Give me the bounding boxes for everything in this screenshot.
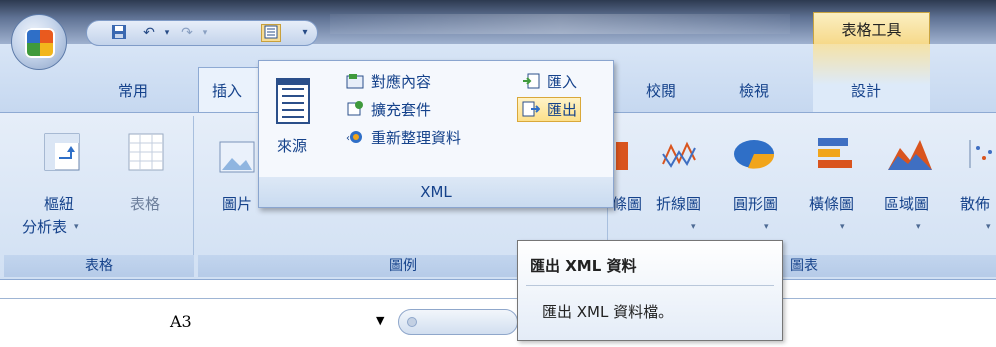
pivot-table-label-line1[interactable]: 樞紐 bbox=[44, 193, 74, 214]
map-properties-label: 對應內容 bbox=[371, 73, 432, 91]
expansion-packs-item[interactable]: 擴充套件 bbox=[345, 99, 431, 120]
pivot-table-label-line2[interactable]: 分析表 bbox=[22, 216, 67, 237]
xml-import-item[interactable]: 匯入 bbox=[521, 71, 577, 92]
xml-source-label[interactable]: 來源 bbox=[277, 135, 307, 156]
xml-export-label: 匯出 bbox=[547, 101, 578, 119]
refresh-data-item[interactable]: ‹ 重新整理資料 bbox=[345, 127, 461, 148]
picture-icon[interactable] bbox=[218, 140, 256, 180]
table-group bbox=[4, 116, 194, 276]
pivot-table-icon[interactable] bbox=[43, 132, 81, 172]
office-logo-icon bbox=[25, 28, 55, 58]
xml-export-icon bbox=[521, 101, 541, 119]
expansion-packs-icon bbox=[345, 100, 365, 119]
xml-source-qat-icon[interactable] bbox=[261, 24, 281, 42]
chart-label-pie[interactable]: 圓形圖 bbox=[733, 193, 778, 214]
area-chart-icon[interactable] bbox=[886, 134, 934, 174]
xml-import-icon bbox=[521, 73, 541, 91]
tab-home[interactable]: 常用 bbox=[118, 80, 148, 101]
refresh-data-label: 重新整理資料 bbox=[371, 129, 462, 147]
undo-icon[interactable]: ↶ bbox=[139, 24, 159, 42]
pie-chart-icon[interactable] bbox=[732, 134, 775, 174]
map-properties-item[interactable]: 對應內容 bbox=[345, 71, 431, 92]
table-icon[interactable] bbox=[127, 132, 165, 172]
contextual-tab-background bbox=[813, 44, 930, 112]
map-properties-icon bbox=[345, 73, 365, 91]
table-label[interactable]: 表格 bbox=[130, 193, 160, 214]
tooltip-title: 匯出 XML 資料 bbox=[530, 257, 637, 275]
bar-chart-icon[interactable] bbox=[816, 134, 854, 174]
svg-text:‹: ‹ bbox=[346, 133, 350, 144]
table-group-label: 表格 bbox=[4, 255, 194, 277]
export-tooltip: 匯出 XML 資料 匯出 XML 資料檔。 bbox=[517, 240, 783, 341]
formula-resize-handle[interactable] bbox=[398, 309, 518, 335]
expansion-packs-label: 擴充套件 bbox=[371, 101, 432, 119]
line-chart-icon[interactable] bbox=[660, 134, 698, 174]
quick-access-toolbar: ↶ ▾ ↷ ▾ ▾ bbox=[86, 20, 318, 46]
refresh-data-icon: ‹ bbox=[345, 129, 365, 147]
tab-view[interactable]: 檢視 bbox=[739, 80, 769, 101]
tab-design[interactable]: 設計 bbox=[851, 80, 881, 101]
name-box[interactable]: A3 ▼ bbox=[10, 304, 400, 340]
picture-label[interactable]: 圖片 bbox=[222, 193, 252, 214]
scatter-chart-dropdown-icon[interactable]: ▾ bbox=[986, 222, 991, 232]
chart-label-area[interactable]: 區域圖 bbox=[884, 193, 929, 214]
office-button[interactable] bbox=[11, 14, 67, 70]
redo-dropdown-icon[interactable]: ▾ bbox=[195, 24, 215, 42]
customize-qat-icon[interactable]: ▾ bbox=[295, 24, 315, 42]
handle-dot-icon bbox=[407, 317, 417, 327]
contextual-group-label: 表格工具 bbox=[841, 21, 902, 39]
xml-import-label: 匯入 bbox=[547, 73, 578, 91]
tab-review[interactable]: 校閱 bbox=[646, 80, 676, 101]
blurred-window-title bbox=[330, 14, 790, 34]
bar-chart-dropdown-icon[interactable]: ▾ bbox=[840, 222, 845, 232]
tab-insert[interactable]: 插入 bbox=[212, 80, 242, 101]
tooltip-description: 匯出 XML 資料檔。 bbox=[542, 303, 674, 321]
xml-group-footer: XML bbox=[259, 177, 613, 207]
xml-dropdown-panel: 來源 對應內容 擴充套件 ‹ 重新整理資料 匯入 匯出 XML bbox=[258, 60, 614, 208]
xml-export-item[interactable]: 匯出 bbox=[517, 97, 582, 122]
chart-label-column[interactable]: 條圖 bbox=[612, 193, 642, 214]
scatter-chart-icon[interactable] bbox=[966, 134, 996, 174]
area-chart-dropdown-icon[interactable]: ▾ bbox=[916, 222, 921, 232]
pie-chart-dropdown-icon[interactable]: ▾ bbox=[764, 222, 769, 232]
redo-icon[interactable]: ↷ bbox=[177, 24, 197, 42]
name-box-value: A3 bbox=[170, 312, 192, 331]
xml-source-icon[interactable] bbox=[273, 77, 313, 125]
undo-dropdown-icon[interactable]: ▾ bbox=[157, 24, 177, 42]
name-box-dropdown-icon[interactable]: ▼ bbox=[376, 314, 384, 327]
line-chart-dropdown-icon[interactable]: ▾ bbox=[691, 222, 696, 232]
chart-label-line[interactable]: 折線圖 bbox=[656, 193, 701, 214]
column-chart-icon[interactable] bbox=[614, 134, 638, 174]
tooltip-divider bbox=[526, 285, 774, 286]
save-icon[interactable] bbox=[109, 24, 129, 42]
chart-label-bar[interactable]: 橫條圖 bbox=[809, 193, 854, 214]
chart-label-scatter[interactable]: 散佈 bbox=[960, 193, 990, 214]
pivot-dropdown-icon[interactable]: ▾ bbox=[74, 222, 79, 232]
